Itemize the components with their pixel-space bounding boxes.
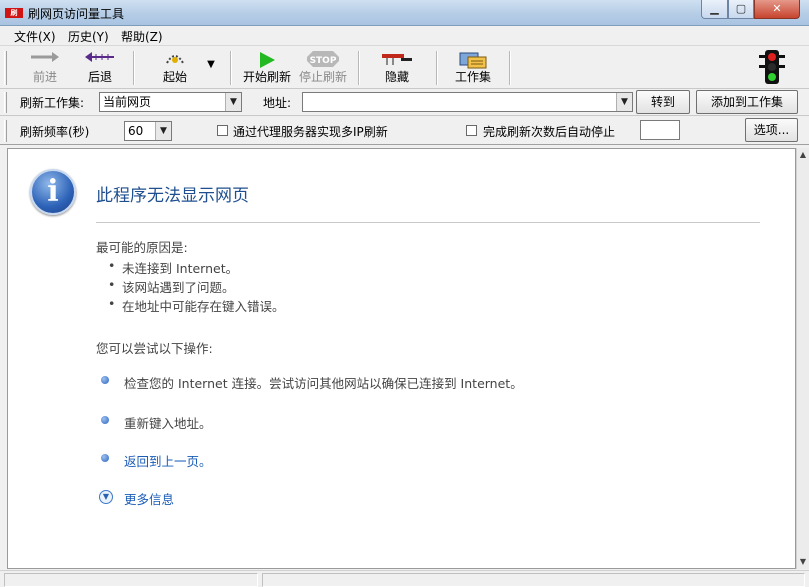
- toolbar-separator: [436, 51, 438, 85]
- back-to-previous-link[interactable]: 返回到上一页。: [124, 451, 212, 470]
- add-to-workset-button[interactable]: 添加到工作集: [696, 90, 798, 114]
- start-refresh-button[interactable]: 开始刷新: [240, 49, 294, 87]
- auto-stop-label[interactable]: 完成刷新次数后自动停止: [483, 123, 615, 140]
- start-icon: [164, 51, 186, 68]
- address-row: 刷新工作集: 当前网页 ▼ 地址: ▼ 转到 添加到工作集: [0, 89, 809, 116]
- action-check-connection: 检查您的 Internet 连接。尝试访问其他网站以确保已连接到 Interne…: [124, 376, 523, 391]
- stop-sign-text: STOP: [310, 56, 337, 66]
- options-button[interactable]: 选项...: [745, 118, 798, 142]
- chevron-down-icon[interactable]: ▼: [225, 93, 241, 111]
- menu-history[interactable]: 历史(Y): [66, 28, 111, 45]
- cause-item: 在地址中可能存在键入错误。: [108, 296, 284, 315]
- forward-button[interactable]: 前进: [20, 49, 70, 87]
- menu-bar: 文件(X) 历史(Y) 帮助(Z): [0, 26, 809, 46]
- chevron-down-icon[interactable]: ▼: [616, 93, 632, 111]
- status-pane: [4, 573, 258, 587]
- expand-circle-icon[interactable]: ▼: [99, 490, 113, 504]
- forward-arrow-icon: [30, 51, 60, 66]
- hide-label: 隐藏: [384, 70, 409, 84]
- toolbar-grip[interactable]: [4, 51, 7, 85]
- more-info-link[interactable]: 更多信息: [124, 489, 174, 508]
- bullet-icon: [101, 376, 109, 384]
- stop-refresh-button[interactable]: STOP 停止刷新: [296, 49, 350, 87]
- start-refresh-label: 开始刷新: [242, 70, 291, 84]
- window-title: 刷网页访问量工具: [28, 7, 125, 21]
- bullet-icon: [101, 416, 109, 424]
- scroll-down-icon[interactable]: ▼: [797, 555, 809, 569]
- proxy-checkbox[interactable]: [217, 125, 228, 136]
- auto-stop-checkbox[interactable]: [466, 125, 477, 136]
- cause-item: 未连接到 Internet。: [108, 258, 238, 277]
- cause-heading: 最可能的原因是:: [96, 240, 188, 255]
- toolbar-separator: [133, 51, 135, 85]
- start-button[interactable]: 起始: [150, 49, 200, 87]
- hide-button[interactable]: 隐藏: [372, 49, 422, 87]
- menu-help[interactable]: 帮助(Z): [119, 28, 165, 45]
- forward-label: 前进: [32, 70, 57, 84]
- page-title: 此程序无法显示网页: [96, 186, 249, 206]
- app-icon: 刷: [5, 8, 23, 18]
- close-button[interactable]: ✕: [754, 0, 800, 19]
- stop-refresh-label: 停止刷新: [298, 70, 347, 84]
- goto-button[interactable]: 转到: [636, 90, 690, 114]
- address-label: 地址:: [263, 96, 292, 110]
- workset-select[interactable]: 当前网页 ▼: [99, 92, 242, 112]
- traffic-light-icon: [756, 49, 788, 90]
- try-heading: 您可以尝试以下操作:: [96, 341, 213, 356]
- address-input[interactable]: ▼: [302, 92, 633, 112]
- status-pane: [262, 573, 805, 587]
- refresh-frequency-select[interactable]: 60 ▼: [124, 121, 172, 141]
- refresh-frequency-value: 60: [128, 124, 144, 138]
- cause-item: 该网站遇到了问题。: [108, 277, 234, 296]
- chevron-down-icon[interactable]: ▼: [155, 122, 171, 140]
- bullet-icon: [101, 454, 109, 462]
- action-retype-address: 重新键入地址。: [124, 416, 212, 431]
- workset-select-label: 刷新工作集:: [20, 96, 85, 110]
- refresh-frequency-label: 刷新频率(秒): [20, 125, 90, 139]
- start-label: 起始: [162, 70, 187, 84]
- divider: [96, 222, 760, 223]
- refresh-row-grip[interactable]: [4, 120, 7, 142]
- toolbar: 前进 后退 起始 ▼ 开始刷新 STOP 停止刷新 隐藏 工作集: [0, 47, 809, 89]
- toolbar-separator: [230, 51, 232, 85]
- address-row-grip[interactable]: [4, 92, 7, 113]
- back-button[interactable]: 后退: [75, 49, 125, 87]
- info-icon: i: [30, 169, 76, 215]
- maximize-button[interactable]: ▢: [728, 0, 754, 19]
- scroll-up-icon[interactable]: ▲: [797, 148, 809, 162]
- vertical-scrollbar[interactable]: ▲ ▼: [796, 148, 809, 569]
- workset-select-value: 当前网页: [103, 95, 152, 109]
- toolbar-separator: [509, 51, 511, 85]
- workset-label: 工作集: [454, 70, 491, 84]
- auto-stop-count-input[interactable]: [640, 120, 680, 140]
- start-dropdown-button[interactable]: ▼: [203, 57, 219, 73]
- status-bar: [0, 570, 809, 587]
- workset-button[interactable]: 工作集: [448, 49, 498, 87]
- browser-content: i 此程序无法显示网页 最可能的原因是: 未连接到 Internet。 该网站遇…: [7, 148, 796, 569]
- back-arrow-icon: [84, 51, 116, 66]
- toolbar-separator: [358, 51, 360, 85]
- refresh-options-row: 刷新频率(秒) 60 ▼ 通过代理服务器实现多IP刷新 完成刷新次数后自动停止 …: [0, 117, 809, 145]
- back-label: 后退: [87, 70, 112, 84]
- proxy-checkbox-label[interactable]: 通过代理服务器实现多IP刷新: [233, 123, 388, 140]
- menu-file[interactable]: 文件(X): [12, 28, 58, 45]
- minimize-button[interactable]: ▁: [701, 0, 728, 19]
- title-bar: 刷 刷网页访问量工具 ▁ ▢ ✕: [0, 0, 809, 26]
